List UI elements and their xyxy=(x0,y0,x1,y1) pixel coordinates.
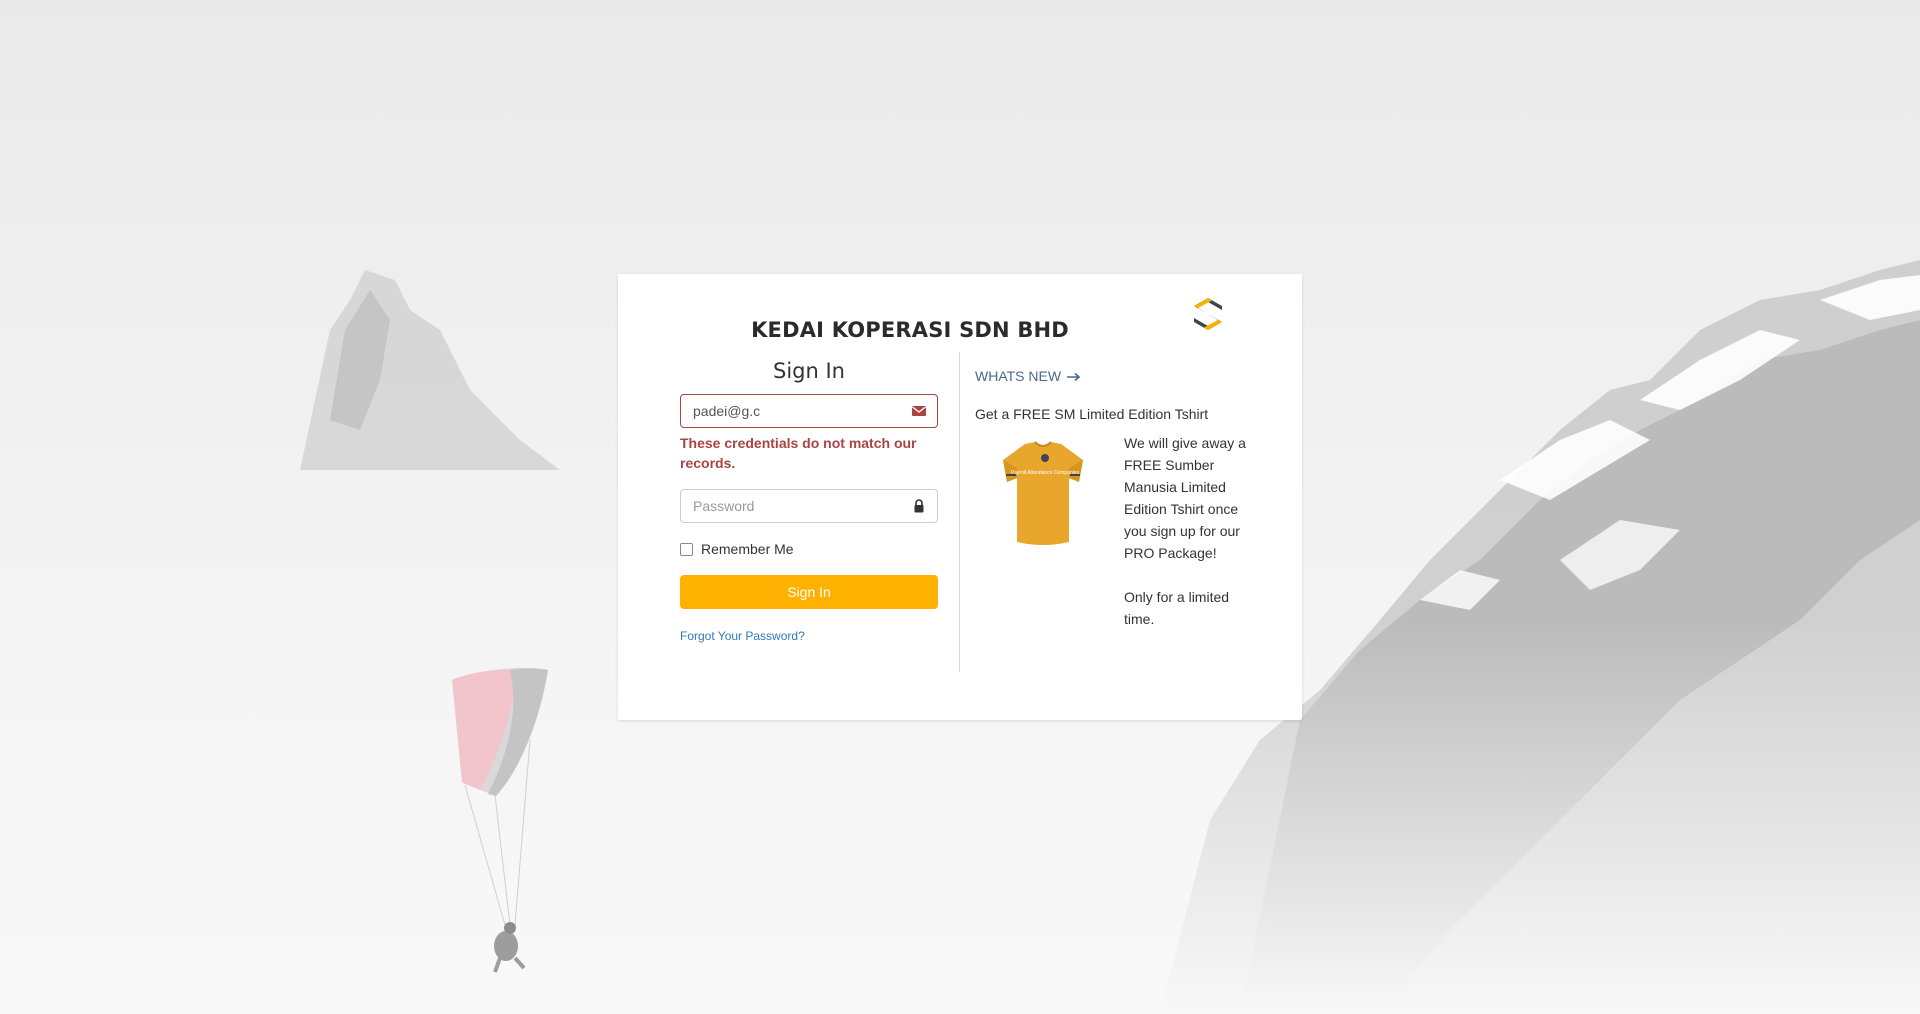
signin-button[interactable]: Sign In xyxy=(680,575,938,609)
promo-description: We will give away a FREE Sumber Manusia … xyxy=(1124,435,1246,627)
tshirt-image: Payroll Attendance Companies xyxy=(1003,441,1083,545)
remember-me-row[interactable]: Remember Me xyxy=(680,539,938,559)
password-field[interactable] xyxy=(680,489,938,523)
credentials-error-message: These credentials do not match our recor… xyxy=(680,435,917,471)
forgot-password-link[interactable]: Forgot Your Password? xyxy=(680,629,938,645)
whats-new-panel: WHATS NEW Get a FREE SM Limited Edition … xyxy=(975,368,1255,630)
password-input[interactable] xyxy=(681,490,903,522)
remember-me-label: Remember Me xyxy=(701,541,794,557)
email-field[interactable] xyxy=(680,394,938,428)
company-name: KEDAI KOPERASI SDN BHD xyxy=(751,318,1069,342)
login-card: KEDAI KOPERASI SDN BHD Sign In These cre… xyxy=(618,274,1302,720)
arrow-right-icon xyxy=(1066,373,1081,382)
promo-body: Payroll Attendance Companies We will giv… xyxy=(975,430,1255,630)
whats-new-header: WHATS NEW xyxy=(975,368,1255,386)
whats-new-label: WHATS NEW xyxy=(975,368,1062,384)
envelope-icon xyxy=(912,406,926,416)
email-input[interactable] xyxy=(681,395,903,427)
signin-title: Sign In xyxy=(773,359,845,383)
sumber-manusia-logo-icon xyxy=(1194,298,1222,330)
remember-me-checkbox[interactable] xyxy=(680,542,693,556)
promo-title: Get a FREE SM Limited Edition Tshirt xyxy=(975,406,1209,422)
tshirt-print: Payroll Attendance Companies xyxy=(1011,470,1080,476)
column-divider xyxy=(959,352,960,672)
signin-form: Sign In These credentials do not match o… xyxy=(680,356,938,645)
lock-icon xyxy=(914,499,924,513)
